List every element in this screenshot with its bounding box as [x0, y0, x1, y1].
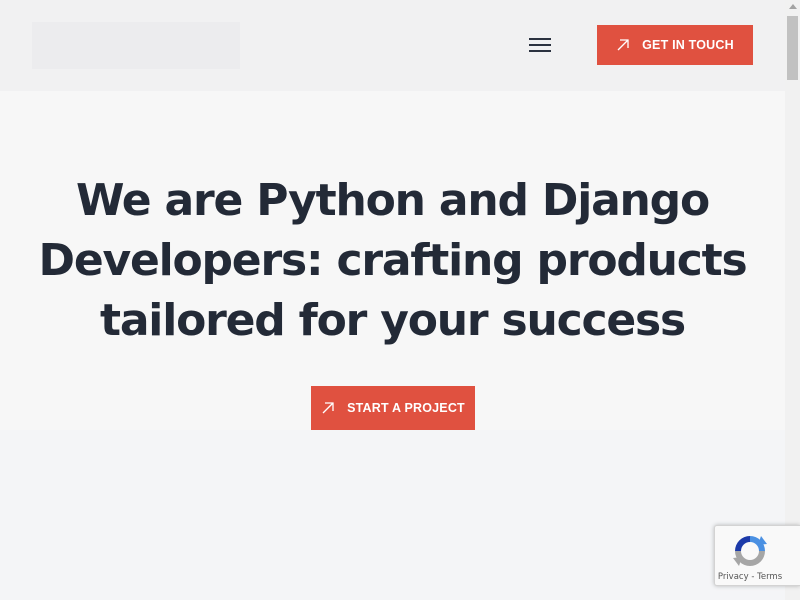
recaptcha-privacy-link[interactable]: Privacy: [718, 572, 749, 582]
scrollbar-thumb[interactable]: [787, 16, 798, 80]
arrow-up-right-icon: [322, 402, 334, 414]
logo-placeholder[interactable]: [32, 22, 240, 69]
menu-line: [529, 38, 551, 40]
menu-line: [529, 44, 551, 46]
arrow-up-right-icon: [617, 39, 629, 51]
scroll-up-arrow-icon[interactable]: [789, 4, 797, 9]
hamburger-menu-icon[interactable]: [526, 34, 554, 56]
get-in-touch-label: GET IN TOUCH: [642, 38, 734, 52]
start-project-button[interactable]: START A PROJECT: [311, 386, 475, 430]
recaptcha-badge[interactable]: Privacy - Terms: [714, 525, 800, 586]
hero-title-line: tailored for your success: [99, 295, 686, 346]
get-in-touch-button[interactable]: GET IN TOUCH: [597, 25, 753, 65]
recaptcha-logo-icon: [733, 536, 767, 566]
recaptcha-separator: -: [748, 572, 758, 582]
recaptcha-terms-link[interactable]: Terms: [757, 572, 782, 582]
hero-title-line: We are Python and Django: [75, 175, 710, 226]
menu-line: [529, 50, 551, 52]
hero-title: We are Python and Django Developers: cra…: [0, 171, 785, 351]
hero-title-line: Developers: crafting products: [38, 235, 748, 286]
site-header: GET IN TOUCH: [0, 0, 785, 91]
page: GET IN TOUCH We are Python and Django De…: [0, 0, 785, 600]
hero-section: We are Python and Django Developers: cra…: [0, 91, 785, 430]
start-project-label: START A PROJECT: [347, 401, 465, 415]
recaptcha-links: Privacy - Terms: [715, 572, 785, 582]
vertical-scrollbar[interactable]: [785, 0, 800, 600]
